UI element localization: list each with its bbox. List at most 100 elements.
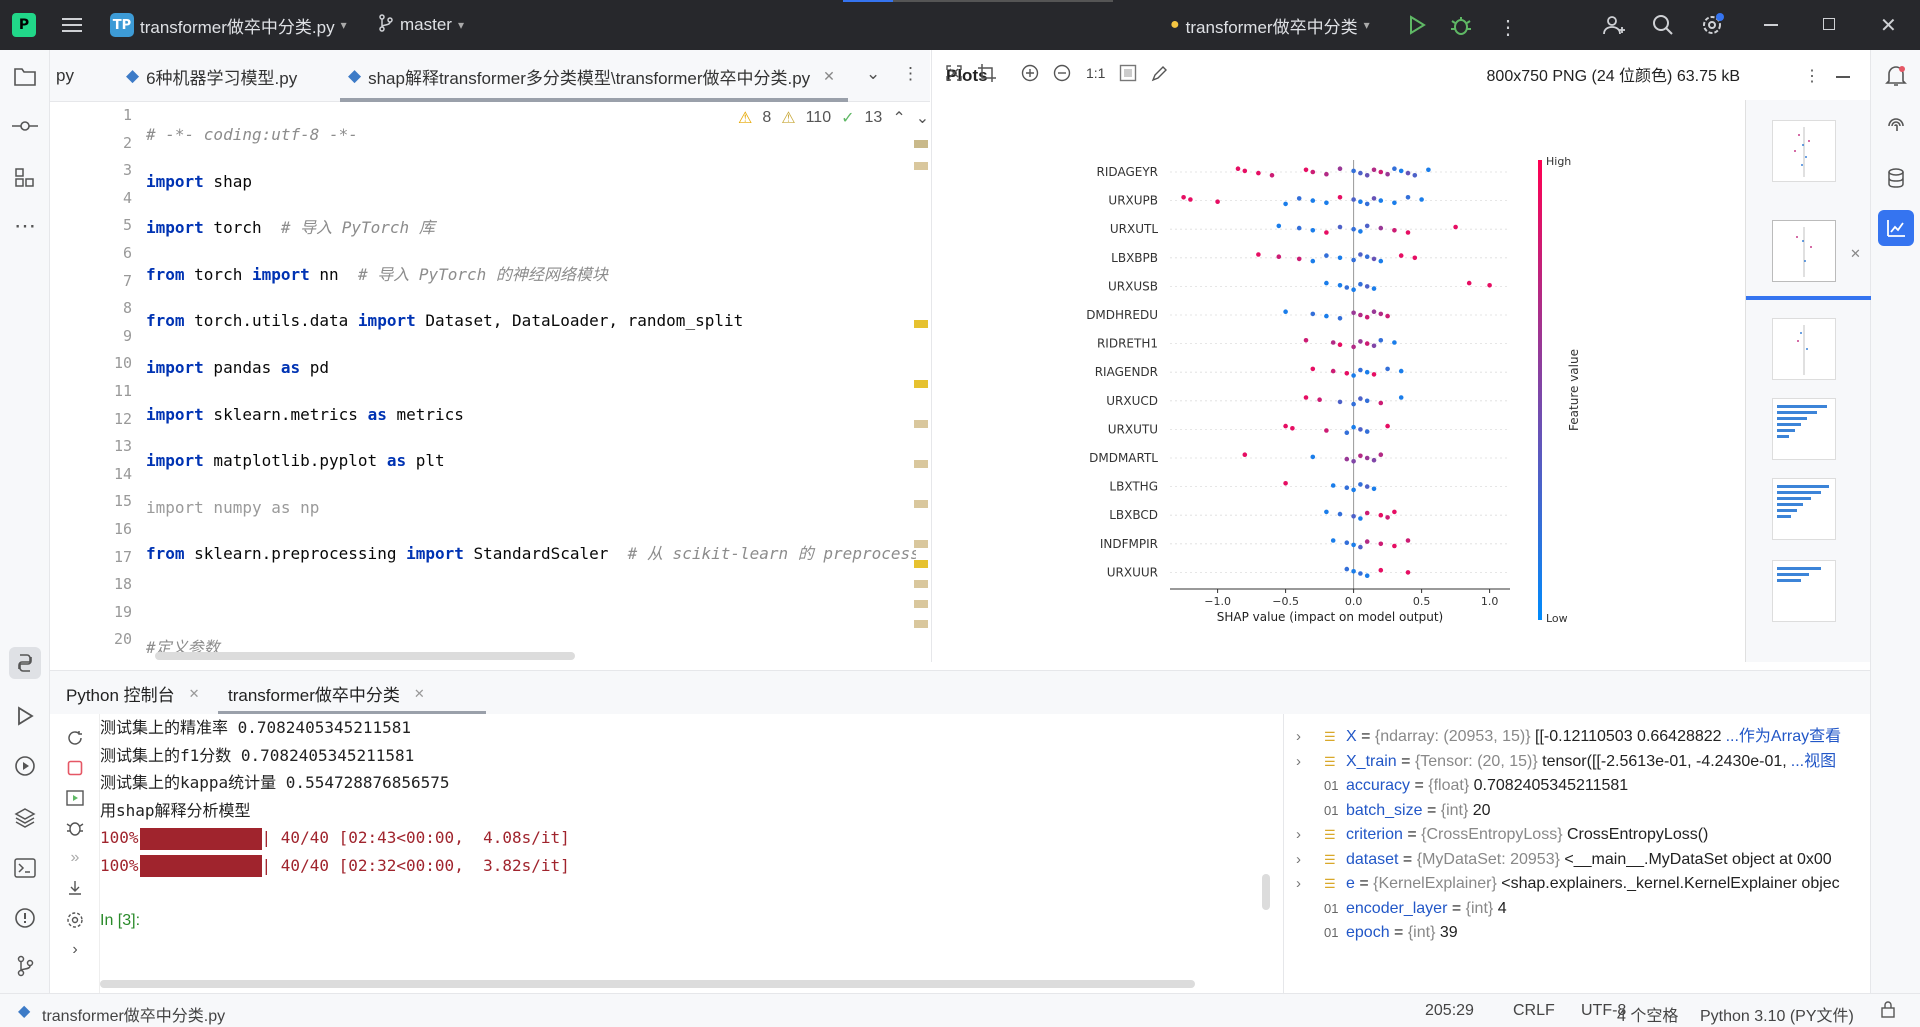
lock-icon[interactable] [1880,1000,1896,1023]
plot-thumbnail[interactable] [1772,120,1836,182]
shap-point [1392,509,1397,515]
structure-icon[interactable] [9,162,41,194]
shap-point [1242,452,1248,458]
add-user-icon[interactable] [1602,13,1626,37]
close-tab-icon[interactable]: ✕ [823,68,835,85]
close-thumbnail-icon[interactable]: ✕ [1850,246,1861,262]
minimize-panel-icon[interactable] [1836,76,1850,78]
plot-thumbnail[interactable] [1772,478,1836,540]
console-vscrollbar[interactable] [1262,874,1270,910]
shap-point [1310,366,1316,372]
line-number: 2 [122,133,132,152]
minimize-icon[interactable] [1764,24,1778,26]
git-icon[interactable] [9,950,41,982]
editor-tab[interactable]: py [56,50,74,102]
variable-row[interactable]: 01 epoch = {int} 39 [1284,918,1458,948]
more-vertical-icon[interactable]: ⋮ [1804,66,1820,86]
shap-point [1378,512,1384,518]
shap-point [1344,371,1350,376]
chevron-down-icon[interactable]: ⌄ [866,64,880,84]
shap-point [1310,454,1316,460]
branch-selector[interactable]: master ▾ [378,0,464,50]
settings-gear-icon[interactable] [1700,12,1726,38]
shap-point [1344,430,1350,436]
database-icon[interactable] [1880,162,1912,194]
ai-assistant-icon[interactable] [1880,110,1912,142]
more-vertical-icon[interactable]: ⋮ [902,64,919,84]
code-editor[interactable]: # -*- coding:utf-8 -*- import shap impor… [146,102,916,662]
sciview-plots-icon[interactable] [1878,210,1914,246]
plot-thumbnail-selected[interactable] [1772,220,1836,282]
pycharm-logo-icon[interactable]: P [12,13,36,37]
shap-point [1181,195,1186,200]
commit-icon[interactable] [9,110,41,142]
more-horizontal-icon[interactable]: ⋯ [9,210,41,242]
project-selector[interactable]: TP transformer做卒中分类.py ▾ [110,0,347,50]
history-icon[interactable]: » [59,842,91,874]
color-picker-icon[interactable] [1151,64,1169,82]
status-position[interactable]: 205:29 [1425,1002,1474,1020]
more-vertical-icon[interactable]: ⋮ [1498,15,1518,40]
scroll-to-end-icon[interactable] [59,872,91,904]
shap-point [1378,258,1384,264]
main-menu-icon[interactable] [60,13,84,37]
zoom-out-icon[interactable] [1053,64,1071,82]
line-number: 12 [113,409,132,428]
inspection-widget[interactable]: ⚠ 8 ⚠ 110 ✓ 13 ⌃ ⌄ [738,108,930,128]
status-interpreter[interactable]: Python 3.10 (PY文件) [1700,1002,1854,1026]
editor-hscrollbar[interactable] [155,652,575,660]
background-icon[interactable] [1119,64,1137,82]
services-icon[interactable] [9,750,41,782]
search-icon[interactable] [1651,13,1675,37]
run-config-selector[interactable]: ● transformer做卒中分类 ▾ [1170,0,1370,50]
editor-tab-active[interactable]: ◆ shap解释transformer多分类模型\transformer做卒中分… [348,50,835,102]
terminal-icon[interactable] [9,852,41,884]
scroll-marker [914,420,928,428]
project-folder-icon[interactable] [9,60,41,92]
layers-icon[interactable] [9,802,41,834]
shap-point [1358,281,1363,287]
feature-label: LBXTHG [1109,480,1158,494]
crop-icon[interactable] [978,64,996,82]
execute-icon[interactable] [59,782,91,814]
editor-tab[interactable]: ◆ 6种机器学习模型.py [126,50,297,102]
close-tab-icon[interactable]: ✕ [189,686,200,702]
status-file[interactable]: transformer做卒中分类.py [42,1002,225,1026]
plot-thumbnail[interactable] [1772,318,1836,380]
actual-size-button[interactable]: 1:1 [1086,65,1105,81]
tab-python-console[interactable]: Python 控制台 ✕ [66,681,200,706]
debug-console-icon[interactable] [59,812,91,844]
python-console-icon[interactable] [9,647,41,679]
variable-name: epoch [1346,924,1390,941]
chevron-up-icon[interactable]: ⌃ [892,108,905,128]
view-as-array-link[interactable]: ...视图 [1791,747,1836,777]
stop-icon[interactable] [59,752,91,784]
settings-icon[interactable] [59,904,91,936]
zoom-in-icon[interactable] [1021,64,1039,82]
close-window-icon[interactable]: ✕ [1880,13,1897,38]
editor-scrollbar-markers[interactable] [912,120,930,660]
close-tab-icon[interactable]: ✕ [414,686,425,702]
notifications-icon[interactable] [1880,60,1912,92]
restore-icon[interactable] [1823,18,1835,30]
shap-point [1371,196,1377,201]
shap-point [1358,170,1363,176]
plot-thumbnail[interactable] [1772,560,1836,622]
shap-point [1351,197,1356,202]
tab-run-console[interactable]: transformer做卒中分类 ✕ [228,681,425,706]
console-prompt[interactable]: In [3]: [100,907,1280,935]
run-tool-icon[interactable] [9,700,41,732]
console-output[interactable]: 测试集上的精准率 0.7082405345211581 测试集上的f1分数 0.… [100,714,1280,993]
plot-thumbnail[interactable] [1772,398,1836,460]
problems-icon[interactable] [9,902,41,934]
rerun-icon[interactable] [59,722,91,754]
run-icon[interactable] [1408,15,1426,35]
chevron-right-icon[interactable]: › [59,934,91,966]
console-scrollbar[interactable] [100,980,1195,988]
status-line-separator[interactable]: CRLF [1513,1002,1555,1020]
line-number: 14 [113,464,132,483]
shap-point [1371,167,1377,173]
status-indent[interactable]: 4 个空格 [1617,1002,1678,1026]
fit-zoom-icon[interactable] [945,64,963,82]
debug-icon[interactable] [1450,14,1472,36]
